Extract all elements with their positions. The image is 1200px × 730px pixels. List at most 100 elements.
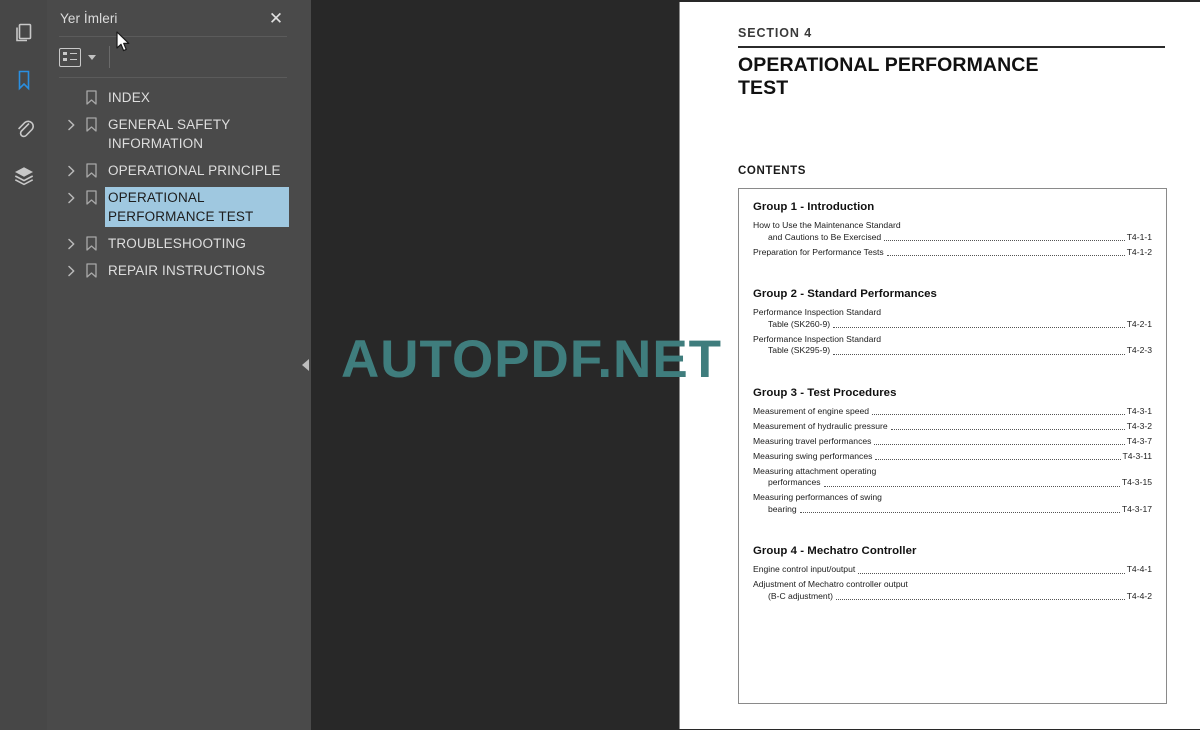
- attachments-icon[interactable]: [4, 104, 44, 152]
- contents-group-title: Group 1 - Introduction: [753, 201, 875, 213]
- close-icon[interactable]: ✕: [265, 7, 287, 29]
- contents-entry-page: T4-3-11: [1122, 450, 1152, 461]
- bookmark-item[interactable]: TROUBLESHOOTING: [47, 230, 299, 257]
- bookmark-item-label: OPERATIONAL PERFORMANCE TEST: [104, 186, 290, 228]
- contents-entry-text: performances: [768, 477, 821, 487]
- contents-leader-dots: [833, 321, 1125, 328]
- contents-entry-page: T4-1-1: [1126, 231, 1152, 242]
- bookmark-item-label: REPAIR INSTRUCTIONS: [108, 263, 266, 278]
- bookmark-icon[interactable]: [4, 56, 44, 104]
- list-options-icon: [59, 47, 81, 67]
- contents-entry-line: Adjustment of Mechatro controller output: [753, 579, 1152, 591]
- contents-entry-text: Performance Inspection Standard: [753, 307, 882, 317]
- contents-leader-dots: [872, 408, 1125, 415]
- contents-group-spacer: [753, 361, 1152, 387]
- page-title: OPERATIONAL PERFORMANCE TEST: [738, 54, 1039, 99]
- contents-group-title: Group 3 - Test Procedures: [753, 386, 897, 399]
- contents-entry[interactable]: Measurement of engine speed T4-3-1: [753, 406, 1152, 418]
- bookmark-icon: [81, 233, 101, 254]
- contents-entry-line: Performance Inspection Standard: [753, 307, 1152, 319]
- sidebar-icon-rail: [0, 0, 47, 730]
- contents-entry-page: T4-1-2: [1126, 246, 1152, 257]
- contents-entry[interactable]: Engine control input/output T4-4-1: [753, 564, 1152, 576]
- chevron-right-icon[interactable]: [61, 187, 81, 208]
- contents-entry-line: Measurement of engine speed T4-3-1: [753, 406, 1152, 418]
- bookmark-item-label: INDEX: [108, 90, 151, 105]
- bookmark-item-label: GENERAL SAFETY INFORMATION: [108, 117, 231, 151]
- contents-group: Group 1 - Introduction How to Use the Mai…: [753, 201, 1152, 258]
- bookmark-icon: [81, 87, 101, 108]
- contents-entry-page: T4-4-2: [1126, 590, 1152, 601]
- chevron-right-icon[interactable]: [61, 160, 81, 181]
- contents-group: Group 3 - Test Procedures Measurement of …: [753, 387, 1152, 516]
- bookmark-item[interactable]: OPERATIONAL PRINCIPLE: [47, 157, 299, 184]
- contents-group-title: Group 4 - Mechatro Controller: [753, 545, 917, 557]
- contents-entry[interactable]: Measurement of hydraulic pressure T4-3-2: [753, 421, 1152, 433]
- contents-entry-text: Performance Inspection Standard: [753, 333, 882, 344]
- contents-entry-line: Measurement of hydraulic pressure T4-3-2: [753, 421, 1152, 433]
- chevron-placeholder: [61, 87, 81, 108]
- contents-entry-text: Measuring swing performances: [753, 450, 873, 461]
- contents-entry[interactable]: Adjustment of Mechatro controller output…: [753, 579, 1152, 602]
- contents-entry-text: Table (SK295-9): [768, 345, 831, 355]
- section-label: SECTION 4: [738, 26, 813, 40]
- contents-entry[interactable]: Measuring travel performances T4-3-7: [753, 436, 1152, 448]
- contents-leader-dots: [823, 480, 1120, 487]
- title-rule: [738, 46, 1165, 48]
- bookmarks-panel-header: Yer İmleri ✕: [47, 0, 299, 36]
- bookmark-item-label: TROUBLESHOOTING: [108, 236, 247, 251]
- bookmark-item[interactable]: REPAIR INSTRUCTIONS: [47, 257, 299, 284]
- contents-entry[interactable]: Measuring performances of swing bearing T4…: [753, 492, 1152, 515]
- chevron-right-icon[interactable]: [61, 260, 81, 281]
- toolbar-divider: [109, 46, 110, 68]
- contents-entry-line: Table (SK295-9) T4-2-3: [753, 345, 1152, 357]
- chevron-right-icon[interactable]: [61, 114, 81, 135]
- contents-entry-text: Measuring attachment operating: [753, 465, 877, 476]
- contents-entry-text: Measurement of hydraulic pressure: [753, 420, 888, 431]
- contents-entry-page: T4-3-1: [1126, 405, 1152, 416]
- contents-leader-dots: [833, 348, 1125, 355]
- contents-entry[interactable]: Measuring attachment operating performanc…: [753, 466, 1152, 489]
- contents-entry-page: T4-3-15: [1121, 477, 1152, 487]
- contents-entry[interactable]: Measuring swing performances T4-3-11: [753, 451, 1152, 463]
- contents-entry-line: bearing T4-3-17: [753, 504, 1152, 516]
- pdf-viewer-window: Yer İmleri ✕ INDEX GENERAL SAFETY INFORM…: [0, 0, 1200, 730]
- bookmark-icon: [81, 187, 101, 208]
- chevron-down-icon: [88, 54, 96, 60]
- contents-entry-line: Measuring travel performances T4-3-7: [753, 436, 1152, 448]
- bookmark-item[interactable]: GENERAL SAFETY INFORMATION: [47, 111, 299, 157]
- contents-entry-text: Measurement of engine speed: [753, 405, 870, 416]
- contents-entry-text: Measuring travel performances: [753, 435, 872, 446]
- contents-entry-text: Adjustment of Mechatro controller output: [753, 579, 908, 589]
- bookmark-options-button[interactable]: [59, 47, 96, 67]
- contents-entry-line: How to Use the Maintenance Standard: [753, 220, 1152, 232]
- contents-entry[interactable]: Performance Inspection Standard Table (SK…: [753, 307, 1152, 330]
- contents-entry-line: Measuring performances of swing: [753, 492, 1152, 504]
- contents-entry-line: Measuring swing performances T4-3-11: [753, 451, 1152, 463]
- pages-icon[interactable]: [4, 8, 44, 56]
- contents-entry-text: and Cautions to Be Exercised: [768, 231, 882, 242]
- bookmark-item[interactable]: INDEX: [47, 84, 299, 111]
- document-viewer: AUTOPDF.NET SECTION 4 OPERATIONAL PERFOR…: [299, 0, 1200, 730]
- bookmark-item[interactable]: OPERATIONAL PERFORMANCE TEST: [47, 184, 299, 230]
- contents-leader-dots: [858, 567, 1125, 574]
- contents-entry-text: How to Use the Maintenance Standard: [753, 220, 901, 230]
- bookmark-icon: [81, 114, 101, 135]
- contents-group-spacer: [753, 519, 1152, 545]
- contents-leader-dots: [890, 423, 1125, 430]
- contents-entry[interactable]: Preparation for Performance Tests T4-1-2: [753, 247, 1152, 259]
- contents-entry-text: Table (SK260-9): [768, 318, 831, 329]
- collapse-sidebar-handle[interactable]: [299, 0, 311, 730]
- contents-entry-page: T4-3-17: [1121, 503, 1152, 514]
- bookmarks-toolbar: [47, 37, 299, 77]
- chevron-right-icon[interactable]: [61, 233, 81, 254]
- contents-entry[interactable]: Performance Inspection Standard Table (SK…: [753, 334, 1152, 357]
- contents-entry-line: Table (SK260-9) T4-2-1: [753, 319, 1152, 331]
- contents-entry[interactable]: How to Use the Maintenance Standard and C…: [753, 220, 1152, 243]
- layers-icon[interactable]: [4, 152, 44, 200]
- contents-entry-page: T4-4-1: [1126, 564, 1152, 574]
- contents-label: CONTENTS: [738, 165, 807, 177]
- contents-entry-page: T4-3-7: [1126, 435, 1152, 446]
- contents-entry-text: (B-C adjustment): [768, 590, 833, 601]
- bookmark-icon: [81, 260, 101, 281]
